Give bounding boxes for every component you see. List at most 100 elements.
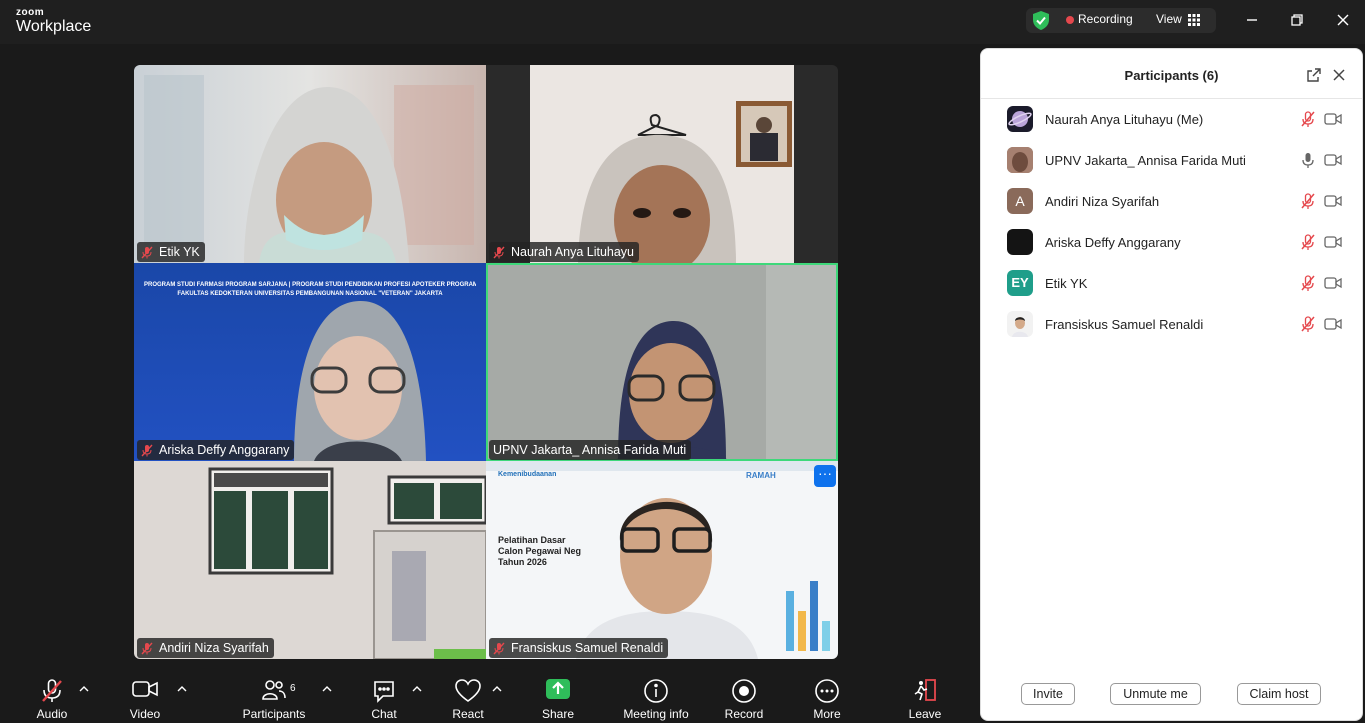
tile-name-label: Fransiskus Samuel Renaldi — [489, 638, 669, 658]
claim-host-button[interactable]: Claim host — [1237, 683, 1321, 705]
muted-mic-icon[interactable] — [1299, 110, 1317, 128]
more-button[interactable]: More — [797, 669, 857, 723]
participant-video — [486, 263, 838, 461]
avatar-initials: A — [1015, 193, 1025, 209]
video-camera-icon[interactable] — [1324, 276, 1342, 290]
leave-door-icon — [914, 679, 936, 701]
meeting-info-button[interactable]: Meeting info — [615, 669, 697, 723]
meeting-toolbar: Audio Video Participants 6 Chat React Sh… — [0, 669, 974, 723]
minimize-icon[interactable] — [1242, 10, 1262, 30]
participants-label: Participants — [242, 707, 306, 721]
close-icon[interactable] — [1332, 68, 1346, 82]
record-label: Record — [724, 707, 764, 721]
shield-check-icon[interactable] — [1032, 11, 1050, 30]
recording-dot-icon — [1066, 16, 1074, 24]
info-icon — [644, 679, 668, 703]
grid-view-icon[interactable] — [1188, 14, 1200, 26]
participants-options-chevron-icon[interactable] — [322, 685, 332, 693]
participant-name: Ariska Deffy Anggarany — [1045, 235, 1181, 250]
tile-name-label: Naurah Anya Lituhayu — [489, 242, 640, 262]
tile-more-button[interactable]: ··· — [814, 465, 836, 487]
video-options-chevron-icon[interactable] — [177, 685, 187, 693]
panel-title: Participants (6) — [1124, 68, 1219, 83]
muted-mic-icon — [493, 642, 505, 654]
tile-name-text: Naurah Anya Lituhayu — [511, 245, 635, 259]
video-camera-icon[interactable] — [1324, 153, 1342, 167]
chat-options-chevron-icon[interactable] — [412, 685, 422, 693]
participant-row[interactable]: Naurah Anya Lituhayu (Me) — [981, 99, 1362, 140]
training-line-3: Tahun 2026 — [498, 557, 547, 567]
training-line-2: Calon Pegawai Neg — [498, 546, 582, 556]
muted-mic-icon[interactable] — [1299, 274, 1317, 292]
heart-icon — [455, 679, 481, 702]
zoom-logo: zoom Workplace — [16, 7, 91, 36]
participant-name: Etik YK — [1045, 276, 1088, 291]
audio-button[interactable]: Audio — [22, 669, 82, 723]
restore-icon[interactable] — [1287, 10, 1307, 30]
muted-mic-icon — [141, 246, 153, 258]
video-tile-etik[interactable]: Etik YK — [134, 65, 486, 263]
tile-name-text: UPNV Jakarta_ Annisa Farida Muti — [493, 443, 687, 457]
muted-mic-icon — [141, 444, 153, 456]
chat-button[interactable]: Chat — [354, 669, 414, 723]
muted-mic-icon[interactable] — [1299, 315, 1317, 333]
audio-options-chevron-icon[interactable] — [79, 685, 89, 693]
participant-name: UPNV Jakarta_ Annisa Farida Muti — [1045, 153, 1246, 168]
banner-line-2: FAKULTAS KEDOKTERAN UNIVERSITAS PEMBANGU… — [177, 291, 443, 297]
react-button[interactable]: React — [438, 669, 498, 723]
chat-label: Chat — [371, 707, 397, 721]
more-icon — [815, 679, 839, 703]
share-button[interactable]: Share — [528, 669, 588, 723]
video-camera-icon[interactable] — [1324, 194, 1342, 208]
video-button[interactable]: Video — [115, 669, 175, 723]
participants-button[interactable]: Participants — [238, 669, 310, 723]
muted-mic-icon — [42, 679, 62, 702]
ellipsis-icon: ··· — [818, 465, 832, 481]
record-icon — [732, 679, 756, 703]
video-tile-naurah[interactable]: Naurah Anya Lituhayu — [486, 65, 838, 263]
participants-icon — [262, 680, 286, 700]
mic-icon[interactable] — [1299, 151, 1317, 169]
video-tile-upnv[interactable]: UPNV Jakarta_ Annisa Farida Muti — [486, 263, 838, 461]
video-gallery: Etik YK Naurah Anya Lituhayu PROGRAM STU… — [134, 65, 838, 659]
react-options-chevron-icon[interactable] — [492, 685, 502, 693]
participant-name: Naurah Anya Lituhayu (Me) — [1045, 112, 1204, 127]
participant-video — [134, 65, 486, 263]
video-camera-icon[interactable] — [1324, 112, 1342, 126]
participant-row[interactable]: Fransiskus Samuel Renaldi — [981, 304, 1362, 345]
avatar — [1007, 147, 1033, 173]
tile-name-label: UPNV Jakarta_ Annisa Farida Muti — [489, 440, 692, 460]
banner-line-1: PROGRAM STUDI FARMASI PROGRAM SARJANA | … — [144, 282, 476, 288]
video-camera-icon[interactable] — [1324, 317, 1342, 331]
zoom-window: zoom Workplace Recording View Etik YK Na… — [0, 0, 1365, 723]
share-label: Share — [541, 707, 575, 721]
muted-mic-icon[interactable] — [1299, 233, 1317, 251]
unmute-me-button[interactable]: Unmute me — [1110, 683, 1201, 705]
avatar: EY — [1007, 270, 1033, 296]
participant-row[interactable]: A Andiri Niza Syarifah — [981, 181, 1362, 222]
tile-name-text: Etik YK — [159, 245, 200, 259]
invite-button[interactable]: Invite — [1021, 683, 1075, 705]
record-button[interactable]: Record — [714, 669, 774, 723]
pop-out-icon[interactable] — [1306, 67, 1322, 83]
participant-row[interactable]: Ariska Deffy Anggarany — [981, 222, 1362, 263]
leave-button[interactable]: Leave — [895, 669, 955, 723]
video-camera-icon — [132, 681, 158, 697]
muted-mic-icon — [493, 246, 505, 258]
recording-label[interactable]: Recording — [1078, 12, 1133, 26]
close-window-icon[interactable] — [1333, 10, 1353, 30]
video-tile-fransiskus[interactable]: Kemenibudaanan RAMAH Pelatihan Dasar Cal… — [486, 461, 838, 659]
brand-small: zoom — [16, 7, 45, 18]
muted-mic-icon[interactable] — [1299, 192, 1317, 210]
video-camera-icon[interactable] — [1324, 235, 1342, 249]
participant-row[interactable]: UPNV Jakarta_ Annisa Farida Muti — [981, 140, 1362, 181]
participant-row[interactable]: EY Etik YK — [981, 263, 1362, 304]
view-button[interactable]: View — [1156, 12, 1182, 26]
video-tile-andiri[interactable]: Andiri Niza Syarifah — [134, 461, 486, 659]
tile-name-label: Andiri Niza Syarifah — [137, 638, 274, 658]
video-label: Video — [129, 707, 161, 721]
ramah-tag: RAMAH — [746, 471, 776, 480]
video-tile-ariska[interactable]: PROGRAM STUDI FARMASI PROGRAM SARJANA | … — [134, 263, 486, 461]
banner-text: PROGRAM STUDI FARMASI PROGRAM SARJANA | … — [144, 281, 476, 299]
panel-header: Participants (6) — [981, 49, 1362, 99]
